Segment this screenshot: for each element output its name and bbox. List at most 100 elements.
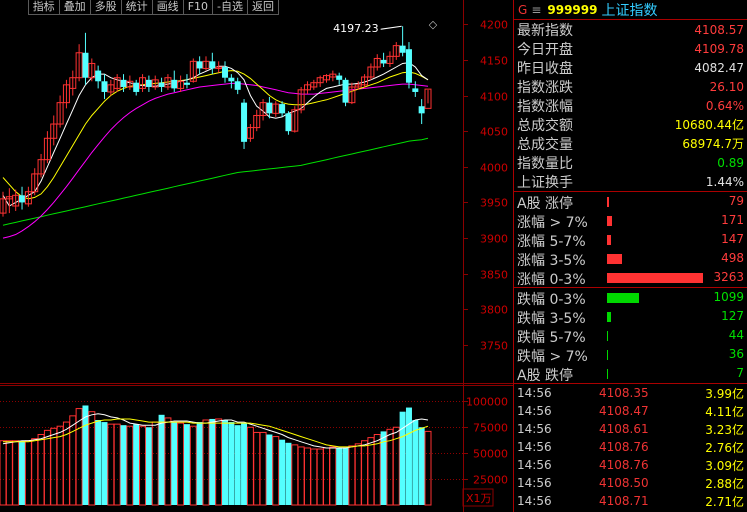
breadth-bar bbox=[607, 331, 608, 341]
tick-row: 14:56 4108.71 2.71亿 bbox=[514, 492, 747, 510]
breadth-row: 涨幅 0-3% 3263 bbox=[514, 268, 747, 288]
tick-amount: 4.11亿 bbox=[705, 404, 744, 419]
volume-bar bbox=[367, 437, 375, 506]
volume-bar bbox=[329, 446, 337, 506]
volume-bar bbox=[316, 448, 324, 506]
tick-amount: 2.88亿 bbox=[705, 476, 744, 491]
candle-body bbox=[145, 79, 152, 87]
candle-body bbox=[380, 59, 387, 64]
candle-body bbox=[120, 79, 127, 87]
tick-time: 14:56 bbox=[517, 422, 552, 436]
stat-row: 昨日收盘 4082.47 bbox=[514, 58, 747, 77]
tick-amount: 2.76亿 bbox=[705, 440, 744, 455]
stat-value: 68974.7万 bbox=[682, 137, 744, 151]
volume-bar bbox=[82, 405, 89, 505]
volume-bar bbox=[0, 440, 7, 506]
volume-unit-label: X1万 bbox=[466, 492, 492, 505]
toolbar-statistics-button[interactable]: 统计 bbox=[120, 0, 152, 14]
toolbar-f10-button[interactable]: F10 bbox=[182, 0, 212, 14]
stat-row: 上证换手 1.44% bbox=[514, 172, 747, 191]
g-icon[interactable]: G bbox=[518, 3, 527, 17]
candle-body bbox=[183, 82, 190, 85]
stat-label: 上证换手 bbox=[517, 174, 573, 191]
candle-body bbox=[342, 79, 349, 103]
high-annotation-arrow bbox=[380, 25, 402, 30]
volume-bar bbox=[50, 427, 58, 506]
breadth-value: 7 bbox=[736, 366, 744, 380]
stat-row: 总成交额 10680.44亿 bbox=[514, 115, 747, 134]
volume-bar bbox=[107, 423, 115, 506]
volume-bar bbox=[418, 427, 425, 505]
tick-row: 14:56 4108.35 3.99亿 bbox=[514, 384, 747, 402]
stat-label: 今日开盘 bbox=[517, 41, 573, 58]
volume-bar bbox=[412, 419, 419, 505]
price-tick-label: 4200 bbox=[480, 19, 508, 32]
breadth-label: 跌幅 3-5% bbox=[517, 311, 586, 327]
candle-body bbox=[133, 82, 140, 92]
breadth-label: 跌幅 > 7% bbox=[517, 349, 588, 365]
volume-bar bbox=[37, 434, 45, 506]
volume-bar bbox=[323, 447, 331, 506]
volume-bar bbox=[424, 430, 432, 506]
tick-time: 14:56 bbox=[517, 476, 552, 490]
high-annotation-label: 4197.23 bbox=[333, 22, 379, 35]
stat-row: 今日开盘 4109.78 bbox=[514, 39, 747, 58]
volume-tick-label: 25000 bbox=[473, 474, 508, 487]
toolbar-watchlist-button[interactable]: -自选 bbox=[212, 0, 247, 14]
candle-body bbox=[228, 77, 235, 82]
kline-chart-area[interactable]: 4200 4150 4100 4050 4000 3950 3900 3850 3800 3750… bbox=[0, 0, 513, 512]
volume-bar bbox=[145, 427, 152, 505]
breadth-label: 跌幅 5-7% bbox=[517, 330, 586, 346]
breadth-bar bbox=[607, 197, 609, 207]
volume-bar bbox=[12, 440, 20, 506]
stat-label: 昨日收盘 bbox=[517, 60, 573, 77]
toolbar-multi-stock-button[interactable]: 多股 bbox=[89, 0, 121, 14]
stat-value: 4082.47 bbox=[694, 60, 744, 75]
breadth-value: 79 bbox=[728, 194, 744, 208]
breadth-row: 跌幅 3-5% 127 bbox=[514, 307, 747, 327]
candle-body bbox=[285, 113, 292, 132]
tick-amount: 3.09亿 bbox=[705, 458, 744, 473]
toolbar-overlay-button[interactable]: 叠加 bbox=[58, 0, 90, 14]
volume-bar bbox=[101, 422, 108, 505]
stat-value: 1.44% bbox=[705, 174, 744, 189]
tick-price: 4108.50 bbox=[599, 476, 649, 490]
kline-chart[interactable]: 4200 4150 4100 4050 4000 3950 3900 3850 3800 3750… bbox=[0, 0, 513, 512]
toolbar-back-button[interactable]: 返回 bbox=[247, 0, 278, 14]
tick-list: 14:56 4108.35 3.99亿 14:56 4108.47 4.11亿 14:56 4… bbox=[514, 383, 747, 510]
collapse-chevron-icon[interactable]: ◇ bbox=[429, 18, 438, 31]
stat-value: 10680.44亿 bbox=[674, 118, 744, 132]
stat-row: 指数量比 0.89 bbox=[514, 153, 747, 172]
volume-bar bbox=[139, 425, 147, 506]
breadth-row: 涨幅 > 7% 171 bbox=[514, 211, 747, 231]
stat-row: 最新指数 4108.57 bbox=[514, 20, 747, 39]
volume-bar bbox=[253, 431, 261, 506]
volume-bar bbox=[43, 429, 51, 506]
candle-body bbox=[234, 81, 241, 90]
breadth-row: A股 跌停 7 bbox=[514, 364, 747, 384]
stat-value: 4108.57 bbox=[694, 22, 744, 37]
menu-icon[interactable]: ≡ bbox=[531, 3, 541, 17]
breadth-row: 跌幅 5-7% 44 bbox=[514, 326, 747, 346]
stat-label: 指数量比 bbox=[517, 155, 573, 172]
stats-list: 最新指数 4108.57 今日开盘 4109.78 昨日收盘 4082.47 指数涨跌 26.… bbox=[514, 20, 747, 191]
stat-label: 总成交额 bbox=[517, 117, 573, 134]
candle-body bbox=[412, 88, 419, 92]
candle-body bbox=[279, 104, 286, 114]
breadth-row: 涨幅 5-7% 147 bbox=[514, 230, 747, 250]
stat-value: 0.89 bbox=[717, 155, 744, 170]
stat-label: 指数涨跌 bbox=[517, 79, 573, 96]
volume-bar bbox=[348, 445, 356, 506]
stat-value: 26.10 bbox=[709, 79, 744, 94]
breadth-bar bbox=[607, 369, 608, 379]
toolbar-indicator-button[interactable]: 指标 bbox=[29, 0, 59, 14]
breadth-label: 跌幅 0-3% bbox=[517, 292, 586, 308]
volume-bar bbox=[297, 446, 305, 506]
tick-row: 14:56 4108.47 4.11亿 bbox=[514, 402, 747, 420]
volume-bar bbox=[5, 440, 13, 506]
volume-bar bbox=[234, 425, 241, 505]
price-tick-label: 4000 bbox=[480, 162, 508, 175]
toolbar-draw-line-button[interactable]: 画线 bbox=[151, 0, 183, 14]
volume-bar bbox=[285, 442, 292, 505]
volume-bar bbox=[151, 421, 159, 506]
